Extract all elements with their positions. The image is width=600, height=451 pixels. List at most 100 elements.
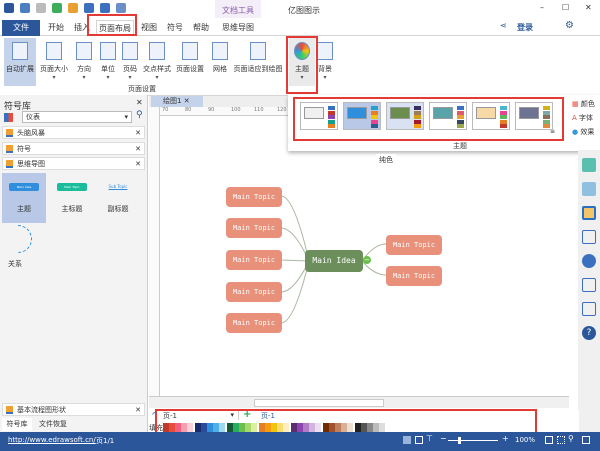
new-icon[interactable] bbox=[52, 3, 62, 13]
redo-icon[interactable] bbox=[36, 3, 46, 13]
theme-option[interactable] bbox=[386, 102, 424, 130]
tab-mindmap[interactable]: 思维导图 bbox=[216, 20, 260, 36]
zoom-out-button[interactable]: − bbox=[440, 434, 447, 443]
page-icon[interactable] bbox=[582, 230, 596, 244]
shape-preview: Main Idea bbox=[9, 183, 39, 191]
normal-view-icon[interactable] bbox=[403, 436, 411, 444]
save-icon[interactable] bbox=[84, 3, 94, 13]
share-icon[interactable]: ⋖ bbox=[500, 21, 507, 30]
horizontal-scrollbar[interactable] bbox=[149, 396, 569, 408]
quick-access-toolbar bbox=[4, 3, 126, 13]
undo-icon[interactable] bbox=[20, 3, 30, 13]
main-topic-node[interactable]: Main Topic bbox=[386, 235, 442, 255]
main-topic-node[interactable]: Main Topic bbox=[226, 187, 282, 207]
maximize-button[interactable]: ☐ bbox=[562, 3, 569, 12]
main-idea-node[interactable]: Main Idea bbox=[305, 250, 363, 272]
theme-option[interactable] bbox=[343, 102, 381, 130]
layers-icon[interactable] bbox=[582, 206, 596, 220]
outline-view-icon[interactable] bbox=[415, 436, 423, 444]
theme-color-swatch bbox=[328, 115, 335, 119]
theme-option[interactable] bbox=[429, 102, 467, 130]
website-link[interactable]: http://www.edrawsoft.cn/ bbox=[8, 436, 96, 444]
comment-icon[interactable] bbox=[582, 302, 596, 316]
fit-page-icon[interactable] bbox=[545, 436, 553, 444]
main-topic-node[interactable]: Main Topic bbox=[226, 313, 282, 333]
minimize-button[interactable]: – bbox=[540, 3, 544, 12]
background-button[interactable]: 背景 ▾ bbox=[316, 38, 334, 86]
theme-color-swatch bbox=[457, 115, 464, 119]
close-icon[interactable]: ✕ bbox=[135, 143, 141, 155]
globe-icon[interactable] bbox=[582, 254, 596, 268]
main-topic-node[interactable]: Main Topic bbox=[226, 282, 282, 302]
library-section[interactable]: 思维导图 ✕ bbox=[2, 157, 145, 170]
theme-option[interactable] bbox=[515, 102, 553, 130]
tab-symbol-library[interactable]: 符号库 bbox=[2, 418, 32, 431]
presentation-icon[interactable]: ⊤ bbox=[426, 434, 433, 443]
print-icon[interactable] bbox=[100, 3, 110, 13]
open-icon[interactable] bbox=[68, 3, 78, 13]
close-icon[interactable]: ✕ bbox=[135, 404, 141, 416]
jump-style-button[interactable]: 交点样式 ▾ bbox=[140, 38, 174, 86]
export-icon[interactable] bbox=[116, 3, 126, 13]
edit-icon[interactable] bbox=[582, 278, 596, 292]
shape-relation[interactable]: 关系 bbox=[8, 225, 42, 273]
close-icon[interactable]: ✕ bbox=[135, 127, 141, 139]
theme-main-swatch bbox=[390, 107, 410, 119]
zoom-icon[interactable]: ⚲ bbox=[568, 434, 574, 443]
effect-menu[interactable]: ● 效果 bbox=[572, 127, 594, 137]
tab-file[interactable]: 文件 bbox=[2, 20, 40, 36]
help-icon[interactable]: ? bbox=[582, 326, 596, 340]
zoom-slider[interactable] bbox=[448, 437, 498, 444]
fit-width-icon[interactable] bbox=[557, 436, 565, 444]
right-sidebar: ? bbox=[578, 150, 600, 432]
fullscreen-icon[interactable] bbox=[582, 436, 590, 444]
main-topic-node[interactable]: Main Topic bbox=[226, 250, 282, 270]
main-topic-node[interactable]: Main Topic bbox=[226, 218, 282, 238]
shape-main-idea[interactable]: Main Idea 主题 bbox=[2, 173, 46, 223]
close-icon[interactable]: ✕ bbox=[135, 158, 141, 170]
font-menu[interactable]: A 字体 bbox=[572, 113, 593, 123]
image-icon[interactable] bbox=[582, 182, 596, 196]
tab-help[interactable]: 帮助 bbox=[190, 20, 212, 36]
page-setup-button[interactable]: 页面设置 bbox=[174, 38, 206, 86]
ribbon-tabs: 文件 开始 插入 页面布局 视图 符号 帮助 思维导图 登录 ⋖ ⚙ bbox=[0, 14, 600, 36]
zoom-in-button[interactable]: + bbox=[502, 434, 509, 443]
theme-option[interactable] bbox=[472, 102, 510, 130]
shape-sub-topic[interactable]: Sub Topic 副标题 bbox=[96, 173, 140, 223]
fit-to-drawing-button[interactable]: 页面适应到绘图 bbox=[230, 38, 286, 86]
theme-option[interactable] bbox=[300, 102, 338, 130]
settings-icon[interactable]: ⚙ bbox=[565, 20, 574, 31]
context-tab-label: 文档工具 bbox=[222, 6, 254, 15]
shape-main-topic[interactable]: Main Topic 主标题 bbox=[50, 173, 94, 223]
login-link[interactable]: 登录 bbox=[517, 22, 533, 33]
highlight-box bbox=[87, 14, 137, 36]
tab-home[interactable]: 开始 bbox=[44, 20, 68, 36]
library-section[interactable]: 基本流程图形状 ✕ bbox=[2, 403, 145, 416]
label: 主题 bbox=[17, 205, 31, 213]
close-button[interactable]: ✕ bbox=[585, 3, 592, 12]
tab-symbol[interactable]: 符号 bbox=[164, 20, 186, 36]
page-icon bbox=[12, 42, 28, 60]
scroll-thumb[interactable] bbox=[254, 399, 384, 407]
search-icon[interactable]: ⚲ bbox=[136, 110, 143, 120]
search-input[interactable]: 仪表 ▾ bbox=[22, 111, 132, 123]
library-section[interactable]: 头脑风暴 ✕ bbox=[2, 126, 145, 139]
symbol-library-panel: 符号库 ✕ 仪表 ▾ ⚲ 头脑风暴 ✕ 符号 ✕ 思维导图 ✕ Main Idea 主题… bbox=[0, 95, 148, 433]
tab-view[interactable]: 视图 bbox=[138, 20, 160, 36]
collapse-icon[interactable]: − bbox=[363, 256, 371, 264]
tab-file-recovery[interactable]: 文件恢复 bbox=[36, 418, 70, 431]
main-topic-node[interactable]: Main Topic bbox=[386, 266, 442, 286]
color-menu[interactable]: ▦ 颜色 bbox=[572, 99, 595, 109]
page-size-button[interactable]: 页面大小 ▾ bbox=[40, 38, 68, 86]
orientation-icon bbox=[76, 42, 92, 60]
label: 颜色 bbox=[580, 100, 595, 108]
close-icon[interactable]: ✕ bbox=[136, 98, 143, 107]
zoom-thumb[interactable] bbox=[458, 437, 461, 444]
label: 页面设置 bbox=[176, 65, 204, 73]
library-section[interactable]: 符号 ✕ bbox=[2, 142, 145, 155]
label: 基本流程图形状 bbox=[17, 406, 66, 414]
auto-expand-button[interactable]: 自动扩展 bbox=[4, 38, 36, 86]
theme-color-swatch bbox=[328, 119, 335, 124]
library-menu-icon[interactable] bbox=[4, 113, 13, 122]
fill-icon[interactable] bbox=[582, 158, 596, 172]
